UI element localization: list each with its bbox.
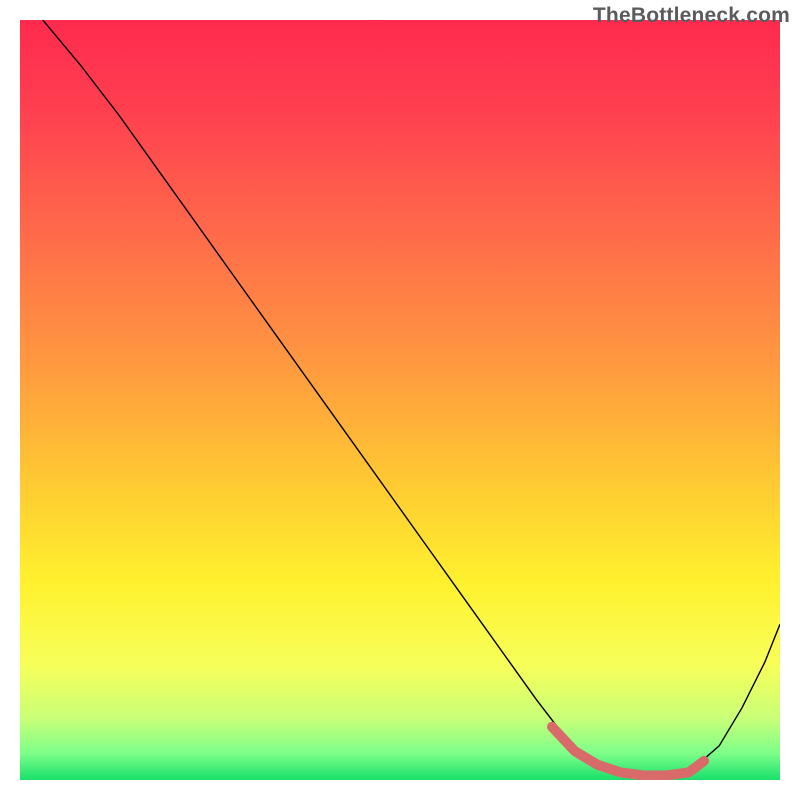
gradient-background [20,20,780,780]
plot-area [20,20,780,780]
chart-svg [20,20,780,780]
watermark-label: TheBottleneck.com [593,4,790,28]
chart-stage: TheBottleneck.com [0,0,800,800]
